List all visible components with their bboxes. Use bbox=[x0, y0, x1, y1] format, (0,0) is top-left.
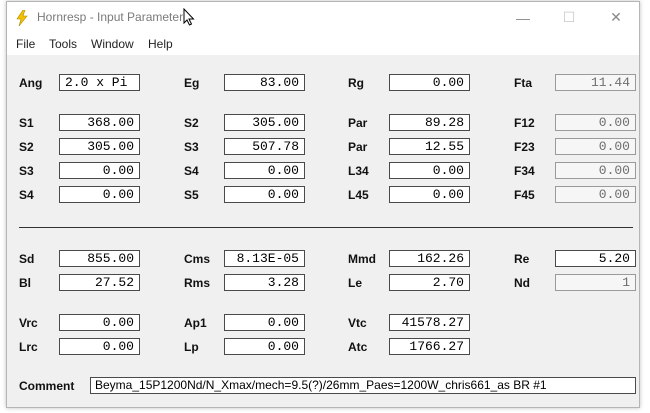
s4-row4-field[interactable]: 0.00 bbox=[59, 186, 140, 203]
menu-tools[interactable]: Tools bbox=[49, 37, 77, 51]
label-nd: Nd bbox=[514, 276, 530, 290]
label-s3-row3: S3 bbox=[19, 164, 34, 178]
label-fta: Fta bbox=[514, 76, 532, 90]
label-l45: L45 bbox=[348, 188, 369, 202]
s3-field[interactable]: 507.78 bbox=[224, 138, 305, 155]
vrc-field[interactable]: 0.00 bbox=[59, 314, 140, 331]
hornresp-window: Hornresp - Input Parameters — ☐ ✕ File T… bbox=[6, 1, 640, 408]
ang-field[interactable]: 2.0 x Pi bbox=[59, 74, 140, 91]
minimize-button[interactable]: — bbox=[500, 2, 546, 33]
le-field[interactable]: 2.70 bbox=[389, 274, 470, 291]
rg-field[interactable]: 0.00 bbox=[389, 74, 470, 91]
atc-field[interactable]: 1766.27 bbox=[389, 338, 470, 355]
label-f23: F23 bbox=[514, 140, 535, 154]
maximize-button[interactable]: ☐ bbox=[546, 2, 592, 33]
lrc-field[interactable]: 0.00 bbox=[59, 338, 140, 355]
menu-help[interactable]: Help bbox=[148, 37, 173, 51]
rms-field[interactable]: 3.28 bbox=[224, 274, 305, 291]
label-rms: Rms bbox=[184, 276, 211, 290]
bl-field[interactable]: 27.52 bbox=[59, 274, 140, 291]
label-cms: Cms bbox=[184, 252, 211, 266]
label-s5: S5 bbox=[184, 188, 199, 202]
fta-field: 11.44 bbox=[555, 74, 636, 91]
label-vtc: Vtc bbox=[348, 316, 367, 330]
title-bar[interactable]: Hornresp - Input Parameters — ☐ ✕ bbox=[7, 2, 639, 33]
input-parameters-panel: Ang 2.0 x Pi Eg 83.00 Rg 0.00 Fta 11.44 … bbox=[7, 55, 639, 407]
s1-field[interactable]: 368.00 bbox=[59, 114, 140, 131]
label-ap1: Ap1 bbox=[184, 316, 207, 330]
nd-field: 1 bbox=[555, 274, 636, 291]
label-s2-row2: S2 bbox=[19, 140, 34, 154]
s4-field[interactable]: 0.00 bbox=[224, 162, 305, 179]
lightning-bolt-icon bbox=[16, 10, 28, 26]
menu-bar: File Tools Window Help bbox=[7, 33, 639, 55]
s2-row2-field[interactable]: 305.00 bbox=[59, 138, 140, 155]
label-lp: Lp bbox=[184, 340, 199, 354]
lp-field[interactable]: 0.00 bbox=[224, 338, 305, 355]
sd-field[interactable]: 855.00 bbox=[59, 250, 140, 267]
l34-field[interactable]: 0.00 bbox=[389, 162, 470, 179]
label-bl: Bl bbox=[19, 276, 31, 290]
close-button[interactable]: ✕ bbox=[593, 2, 639, 33]
label-rg: Rg bbox=[348, 76, 364, 90]
label-f45: F45 bbox=[514, 188, 535, 202]
label-eg: Eg bbox=[184, 76, 200, 90]
window-title: Hornresp - Input Parameters bbox=[37, 10, 190, 24]
mmd-field[interactable]: 162.26 bbox=[389, 250, 470, 267]
s3-row3-field[interactable]: 0.00 bbox=[59, 162, 140, 179]
label-par-1: Par bbox=[348, 116, 368, 130]
label-lrc: Lrc bbox=[19, 340, 38, 354]
menu-window[interactable]: Window bbox=[91, 37, 134, 51]
label-l34: L34 bbox=[348, 164, 369, 178]
f12-field: 0.00 bbox=[555, 114, 636, 131]
re-field[interactable]: 5.20 bbox=[555, 250, 636, 267]
par-2-field[interactable]: 12.55 bbox=[389, 138, 470, 155]
label-f34: F34 bbox=[514, 164, 535, 178]
label-par-2: Par bbox=[348, 140, 368, 154]
label-sd: Sd bbox=[19, 252, 35, 266]
l45-field[interactable]: 0.00 bbox=[389, 186, 470, 203]
par-1-field[interactable]: 89.28 bbox=[389, 114, 470, 131]
s2-field[interactable]: 305.00 bbox=[224, 114, 305, 131]
label-s2: S2 bbox=[184, 116, 199, 130]
label-ang: Ang bbox=[19, 76, 43, 90]
label-s3: S3 bbox=[184, 140, 199, 154]
f34-field: 0.00 bbox=[555, 162, 636, 179]
cms-field[interactable]: 8.13E-05 bbox=[224, 250, 305, 267]
menu-file[interactable]: File bbox=[16, 37, 35, 51]
label-comment: Comment bbox=[19, 379, 75, 393]
f45-field: 0.00 bbox=[555, 186, 636, 203]
section-divider bbox=[19, 227, 633, 228]
comment-field[interactable]: Beyma_15P1200Nd/N_Xmax/mech=9.5(?)/26mm_… bbox=[90, 377, 636, 394]
f23-field: 0.00 bbox=[555, 138, 636, 155]
label-mmd: Mmd bbox=[348, 252, 376, 266]
label-re: Re bbox=[514, 252, 530, 266]
label-s1: S1 bbox=[19, 116, 34, 130]
label-s4: S4 bbox=[184, 164, 199, 178]
s5-field[interactable]: 0.00 bbox=[224, 186, 305, 203]
eg-field[interactable]: 83.00 bbox=[224, 74, 305, 91]
vtc-field[interactable]: 41578.27 bbox=[389, 314, 470, 331]
ap1-field[interactable]: 0.00 bbox=[224, 314, 305, 331]
mouse-cursor-icon bbox=[183, 8, 195, 26]
label-atc: Atc bbox=[348, 340, 368, 354]
label-vrc: Vrc bbox=[19, 316, 38, 330]
label-s4-row4: S4 bbox=[19, 188, 34, 202]
label-le: Le bbox=[348, 276, 363, 290]
label-f12: F12 bbox=[514, 116, 535, 130]
